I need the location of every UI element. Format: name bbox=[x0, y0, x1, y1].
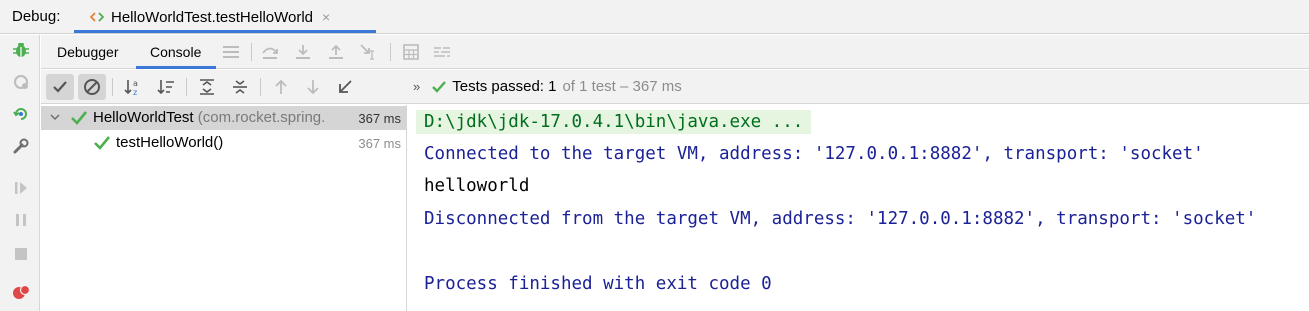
active-tab-indicator bbox=[74, 30, 376, 33]
toolbar-separator bbox=[112, 78, 113, 96]
tab-console[interactable]: Console bbox=[150, 44, 201, 60]
passed-check-icon bbox=[432, 80, 447, 93]
tests-passed-detail: of 1 test – 367 ms bbox=[562, 78, 682, 95]
console-line-disconnected: Disconnected from the target VM, address… bbox=[424, 209, 1257, 229]
test-config-icon bbox=[90, 12, 104, 22]
menu-lines-icon[interactable] bbox=[221, 42, 241, 62]
step-out-icon[interactable] bbox=[326, 42, 346, 62]
rerun-failed-icon[interactable] bbox=[10, 71, 32, 93]
tests-passed-count: 1 bbox=[548, 78, 557, 95]
test-class-duration: 367 ms bbox=[358, 111, 401, 126]
checkmark-icon bbox=[53, 81, 67, 93]
pause-program-icon[interactable] bbox=[10, 209, 32, 231]
run-config-tab[interactable]: HelloWorldTest.testHelloWorld × bbox=[74, 0, 344, 34]
test-class-label: HelloWorldTest bbox=[93, 109, 194, 126]
toolbar-separator bbox=[251, 43, 252, 61]
sort-by-duration-button[interactable] bbox=[152, 74, 180, 100]
sort-alphabetically-button[interactable]: az bbox=[119, 74, 147, 100]
show-ignored-toggle[interactable] bbox=[78, 74, 106, 100]
stop-icon[interactable] bbox=[10, 243, 32, 265]
console-line-connected: Connected to the target VM, address: '12… bbox=[424, 144, 1204, 164]
restart-debug-icon[interactable] bbox=[10, 103, 32, 125]
previous-occurrence-button[interactable] bbox=[267, 74, 295, 100]
import-arrow-icon bbox=[339, 80, 352, 93]
test-class-name: HelloWorldTest (com.rocket.spring. bbox=[93, 109, 325, 126]
svg-text:z: z bbox=[133, 88, 137, 96]
evaluate-expression-icon[interactable] bbox=[401, 42, 421, 62]
debug-tool-window: Debug: HelloWorldTest.testHelloWorld × D… bbox=[0, 0, 1309, 311]
run-config-tab-title: HelloWorldTest.testHelloWorld bbox=[111, 8, 314, 26]
toolbar-separator bbox=[260, 78, 261, 96]
chevron-down-icon[interactable] bbox=[49, 111, 61, 123]
import-tests-button[interactable] bbox=[331, 74, 359, 100]
settings-wrench-icon[interactable] bbox=[10, 135, 32, 157]
collapse-all-icon bbox=[233, 80, 247, 94]
trace-current-stream-icon[interactable] bbox=[432, 42, 452, 62]
console-line-command[interactable]: D:\jdk\jdk-17.0.4.1\bin\java.exe ... bbox=[416, 110, 812, 134]
resume-program-icon[interactable] bbox=[10, 177, 32, 199]
expand-all-button[interactable] bbox=[193, 74, 221, 100]
debug-label: Debug: bbox=[12, 8, 61, 25]
console-output[interactable]: D:\jdk\jdk-17.0.4.1\bin\java.exe ... Con… bbox=[408, 105, 1309, 311]
step-into-icon[interactable] bbox=[293, 42, 313, 62]
sort-duration-icon bbox=[157, 80, 174, 95]
arrow-down-icon bbox=[307, 80, 319, 95]
svg-text:a: a bbox=[133, 79, 138, 88]
tests-passed-text: Tests passed: 1 bbox=[452, 78, 556, 95]
tests-passed-label: Tests passed: bbox=[452, 78, 549, 95]
test-results-tree: HelloWorldTest (com.rocket.spring. 367 m… bbox=[41, 105, 407, 311]
console-line-stdout: helloworld bbox=[424, 176, 530, 196]
passed-check-icon bbox=[94, 136, 110, 150]
ignored-icon bbox=[84, 79, 100, 95]
passed-check-icon bbox=[71, 111, 87, 125]
run-to-cursor-icon[interactable] bbox=[359, 42, 379, 62]
collapse-all-button[interactable] bbox=[226, 74, 254, 100]
expand-all-icon bbox=[200, 79, 214, 95]
show-passed-toggle[interactable] bbox=[46, 74, 74, 100]
test-status-summary: » Tests passed: 1 of 1 test – 367 ms bbox=[413, 78, 682, 95]
console-tab-indicator bbox=[136, 66, 216, 69]
sort-az-icon: az bbox=[124, 79, 138, 96]
tab-debugger[interactable]: Debugger bbox=[57, 44, 119, 60]
debug-title-bar: Debug: HelloWorldTest.testHelloWorld × bbox=[0, 0, 1309, 34]
test-method-duration: 367 ms bbox=[358, 136, 401, 151]
next-occurrence-button[interactable] bbox=[299, 74, 327, 100]
view-breakpoints-icon[interactable] bbox=[10, 281, 32, 303]
step-over-icon[interactable] bbox=[260, 42, 280, 62]
debug-tabs-toolbar: Debugger Console bbox=[41, 35, 1309, 69]
test-class-package: (com.rocket.spring. bbox=[193, 109, 326, 126]
left-debug-toolbar bbox=[0, 35, 40, 311]
toolbar-separator bbox=[390, 43, 391, 61]
test-method-name: testHelloWorld() bbox=[116, 134, 224, 151]
more-chevron-icon[interactable]: » bbox=[413, 79, 420, 94]
debug-bug-icon[interactable] bbox=[10, 39, 32, 61]
console-line-exit: Process finished with exit code 0 bbox=[424, 274, 772, 294]
tree-row-test-class[interactable]: HelloWorldTest (com.rocket.spring. 367 m… bbox=[41, 106, 406, 130]
toolbar-separator bbox=[186, 78, 187, 96]
arrow-up-icon bbox=[275, 79, 287, 94]
tree-row-test-method[interactable]: testHelloWorld() 367 ms bbox=[41, 131, 406, 155]
close-tab-icon[interactable]: × bbox=[322, 9, 330, 25]
test-runner-toolbar: az » Tests passed: 1 of 1 test – 367 ms bbox=[41, 70, 1309, 104]
